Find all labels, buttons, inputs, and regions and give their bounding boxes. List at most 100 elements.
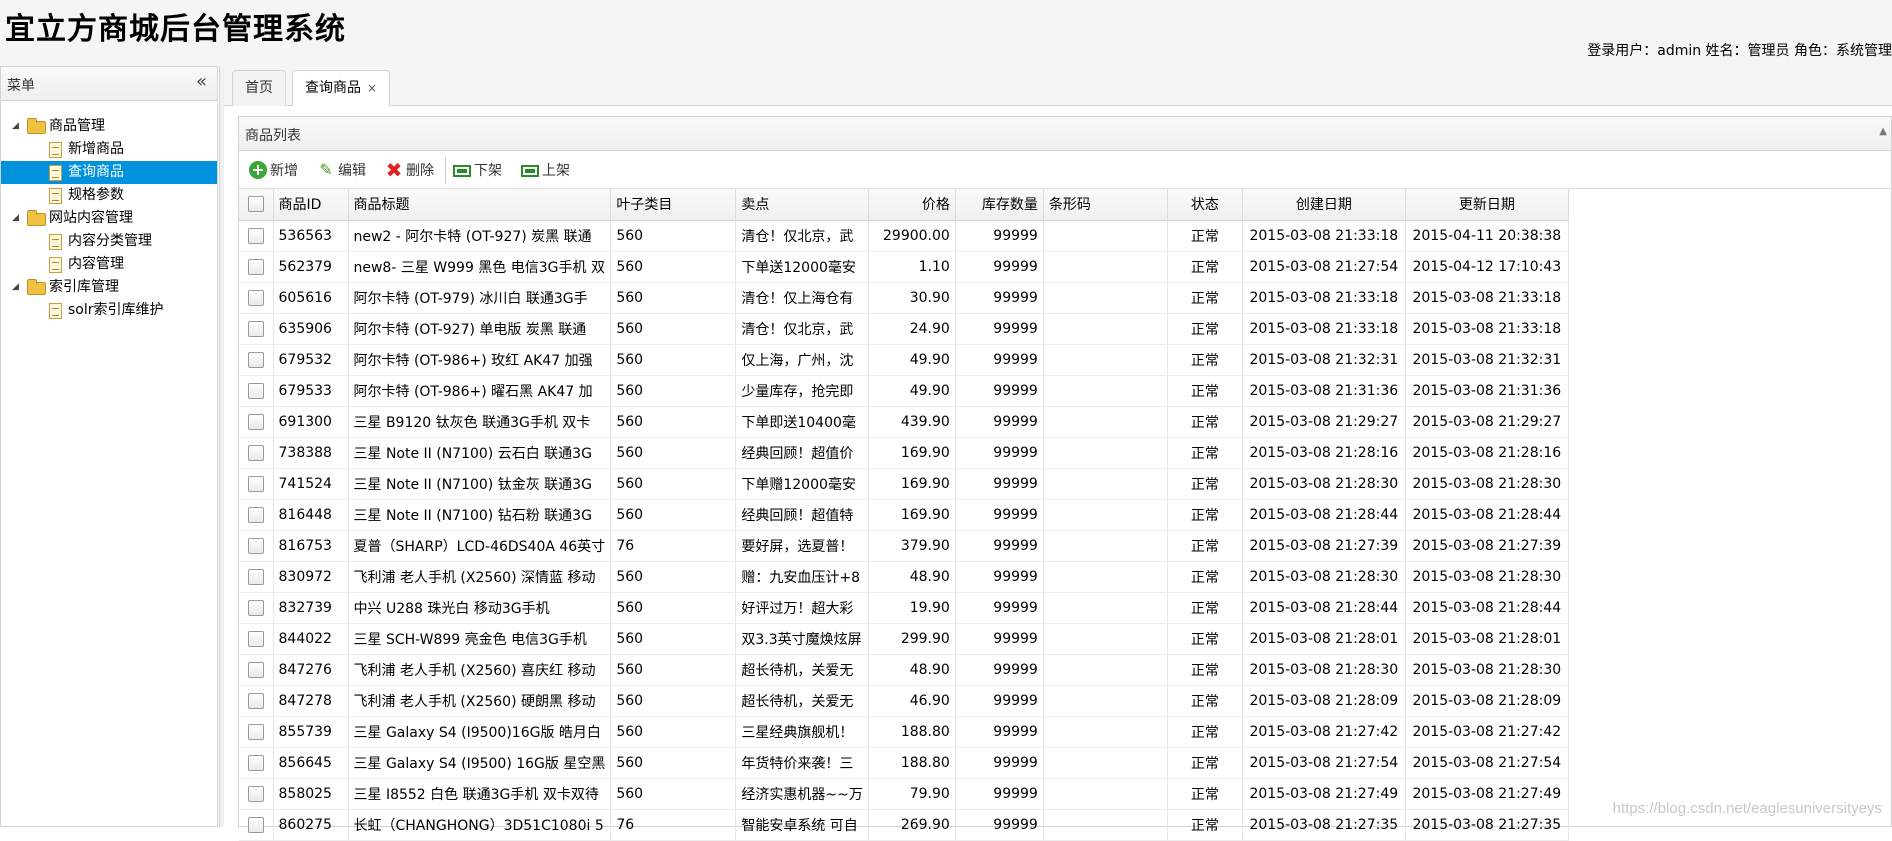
row-checkbox[interactable] <box>248 445 264 461</box>
row-checkbox-cell[interactable] <box>239 499 273 530</box>
row-checkbox[interactable] <box>248 662 264 678</box>
row-checkbox[interactable] <box>248 569 264 585</box>
table-row[interactable]: 847276飞利浦 老人手机 (X2560) 喜庆红 移动560超长待机，关爱无… <box>239 654 1568 685</box>
expand-arrow-icon[interactable]: ◢ <box>12 276 19 299</box>
table-row[interactable]: 832739中兴 U288 珠光白 移动3G手机560好评过万！超大彩19.90… <box>239 592 1568 623</box>
row-checkbox-cell[interactable] <box>239 406 273 437</box>
table-row[interactable]: 562379new8- 三星 W999 黑色 电信3G手机 双560下单送120… <box>239 251 1568 282</box>
row-checkbox-cell[interactable] <box>239 468 273 499</box>
row-checkbox[interactable] <box>248 693 264 709</box>
menu-group-1[interactable]: ◢网站内容管理 <box>1 207 217 230</box>
close-icon[interactable]: × <box>367 81 377 95</box>
row-checkbox-cell[interactable] <box>239 344 273 375</box>
row-checkbox-cell[interactable] <box>239 809 273 840</box>
cell-title: 三星 Note II (N7100) 云石白 联通3G <box>348 437 611 468</box>
table-row[interactable]: 635906阿尔卡特 (OT-927) 单电版 炭黑 联通560清仓！仅北京，武… <box>239 313 1568 344</box>
col-header-updated[interactable]: 更新日期 <box>1405 189 1568 220</box>
col-header-barcode[interactable]: 条形码 <box>1043 189 1167 220</box>
row-checkbox-cell[interactable] <box>239 313 273 344</box>
table-row[interactable]: 858025三星 I8552 白色 联通3G手机 双卡双待560经济实惠机器~~… <box>239 778 1568 809</box>
col-header-category[interactable]: 叶子类目 <box>611 189 736 220</box>
menu-item[interactable]: 新增商品 <box>1 138 217 161</box>
menu-item[interactable]: solr索引库维护 <box>1 299 217 322</box>
table-row[interactable]: 679532阿尔卡特 (OT-986+) 玫红 AK47 加强560仅上海，广州… <box>239 344 1568 375</box>
row-checkbox-cell[interactable] <box>239 530 273 561</box>
col-header-id[interactable]: 商品ID <box>273 189 348 220</box>
app-title: 宜立方商城后台管理系统 <box>5 4 346 48</box>
collapse-arrow-icon[interactable]: ▲ <box>1879 126 1887 137</box>
row-checkbox[interactable] <box>248 786 264 802</box>
tab-home[interactable]: 首页 <box>232 70 286 106</box>
row-checkbox-cell[interactable] <box>239 654 273 685</box>
row-checkbox-cell[interactable] <box>239 220 273 251</box>
menu-item[interactable]: 内容分类管理 <box>1 230 217 253</box>
table-row[interactable]: 691300三星 B9120 钛灰色 联通3G手机 双卡560下单即送10400… <box>239 406 1568 437</box>
col-header-status[interactable]: 状态 <box>1167 189 1242 220</box>
row-checkbox[interactable] <box>248 631 264 647</box>
expand-arrow-icon[interactable]: ◢ <box>12 207 19 230</box>
table-row[interactable]: 856645三星 Galaxy S4 (I9500) 16G版 星空黑560年货… <box>239 747 1568 778</box>
col-header-price[interactable]: 价格 <box>868 189 955 220</box>
edit-button[interactable]: ✎编辑 <box>317 160 366 182</box>
col-header-title[interactable]: 商品标题 <box>348 189 611 220</box>
table-row[interactable]: 860275长虹（CHANGHONG）3D51C1080i 576智能安卓系统 … <box>239 809 1568 840</box>
row-checkbox[interactable] <box>248 414 264 430</box>
row-checkbox[interactable] <box>248 352 264 368</box>
cell-id: 860275 <box>273 809 348 840</box>
row-checkbox-cell[interactable] <box>239 282 273 313</box>
row-checkbox-cell[interactable] <box>239 251 273 282</box>
expand-arrow-icon[interactable]: ◢ <box>12 115 19 138</box>
select-all-checkbox-cell[interactable] <box>239 189 273 220</box>
offline-button[interactable]: 下架 <box>453 160 502 182</box>
table-row[interactable]: 738388三星 Note II (N7100) 云石白 联通3G560经典回顾… <box>239 437 1568 468</box>
row-checkbox[interactable] <box>248 755 264 771</box>
row-checkbox[interactable] <box>248 228 264 244</box>
menu-group-2[interactable]: ◢索引库管理 <box>1 276 217 299</box>
table-row[interactable]: 847278飞利浦 老人手机 (X2560) 硬朗黑 移动560超长待机，关爱无… <box>239 685 1568 716</box>
row-checkbox-cell[interactable] <box>239 747 273 778</box>
row-checkbox[interactable] <box>248 507 264 523</box>
table-row[interactable]: 816753夏普（SHARP）LCD-46DS40A 46英寸76要好屏，选夏普… <box>239 530 1568 561</box>
row-checkbox[interactable] <box>248 290 264 306</box>
col-header-stock[interactable]: 库存数量 <box>955 189 1043 220</box>
menu-group-0[interactable]: ◢商品管理 <box>1 115 217 138</box>
row-checkbox[interactable] <box>248 817 264 833</box>
row-checkbox-cell[interactable] <box>239 623 273 654</box>
delete-button[interactable]: ✖删除 <box>385 160 434 182</box>
col-header-sellpoint[interactable]: 卖点 <box>736 189 868 220</box>
table-row[interactable]: 830972飞利浦 老人手机 (X2560) 深情蓝 移动560赠：九安血压计+… <box>239 561 1568 592</box>
row-checkbox-cell[interactable] <box>239 716 273 747</box>
table-row[interactable]: 855739三星 Galaxy S4 (I9500)16G版 皓月白560三星经… <box>239 716 1568 747</box>
row-checkbox-cell[interactable] <box>239 561 273 592</box>
table-row[interactable]: 816448三星 Note II (N7100) 钻石粉 联通3G560经典回顾… <box>239 499 1568 530</box>
row-checkbox[interactable] <box>248 476 264 492</box>
col-header-created[interactable]: 创建日期 <box>1242 189 1405 220</box>
menu-item[interactable]: 内容管理 <box>1 253 217 276</box>
select-all-checkbox[interactable] <box>248 196 264 212</box>
row-checkbox-cell[interactable] <box>239 375 273 406</box>
row-checkbox[interactable] <box>248 600 264 616</box>
row-checkbox-cell[interactable] <box>239 437 273 468</box>
menu-item[interactable]: 规格参数 <box>1 184 217 207</box>
row-checkbox-cell[interactable] <box>239 592 273 623</box>
cell-updated: 2015-03-08 21:28:30 <box>1405 654 1568 685</box>
table-row[interactable]: 844022三星 SCH-W899 亮金色 电信3G手机560双3.3英寸魔焕炫… <box>239 623 1568 654</box>
row-checkbox[interactable] <box>248 724 264 740</box>
row-checkbox[interactable] <box>248 321 264 337</box>
cell-price: 169.90 <box>868 437 955 468</box>
double-chevron-left-icon[interactable]: « <box>196 71 207 92</box>
row-checkbox-cell[interactable] <box>239 685 273 716</box>
row-checkbox[interactable] <box>248 383 264 399</box>
row-checkbox[interactable] <box>248 259 264 275</box>
add-button[interactable]: +新增 <box>249 160 298 182</box>
row-checkbox-cell[interactable] <box>239 778 273 809</box>
table-row[interactable]: 741524三星 Note II (N7100) 钛金灰 联通3G560下单赠1… <box>239 468 1568 499</box>
online-button[interactable]: 上架 <box>521 160 570 182</box>
cell-price: 30.90 <box>868 282 955 313</box>
tab-query-products[interactable]: 查询商品× <box>292 70 390 107</box>
table-row[interactable]: 679533阿尔卡特 (OT-986+) 曜石黑 AK47 加560少量库存，抢… <box>239 375 1568 406</box>
table-row[interactable]: 536563new2 - 阿尔卡特 (OT-927) 炭黑 联通560清仓！仅北… <box>239 220 1568 251</box>
table-row[interactable]: 605616阿尔卡特 (OT-979) 冰川白 联通3G手560清仓！仅上海仓有… <box>239 282 1568 313</box>
menu-item[interactable]: 查询商品 <box>1 161 217 184</box>
row-checkbox[interactable] <box>248 538 264 554</box>
